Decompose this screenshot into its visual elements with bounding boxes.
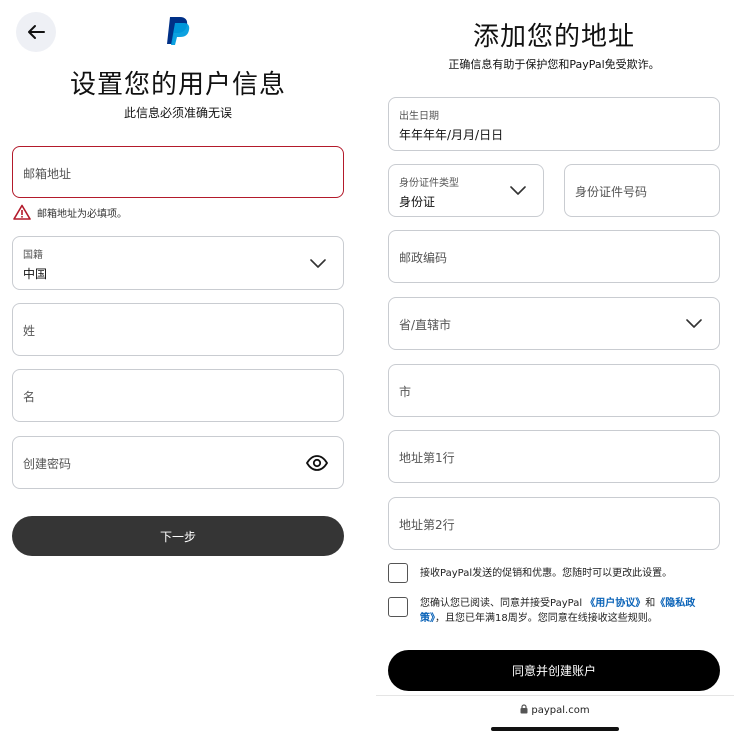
arrow-left-icon (28, 25, 45, 39)
first-name-placeholder: 名 (23, 390, 36, 404)
address-line1-placeholder: 地址第1行 (399, 451, 455, 465)
create-account-button[interactable]: 同意并创建账户 (388, 650, 720, 691)
last-name-field[interactable]: 姓 (12, 303, 344, 356)
agreement-prefix: 您确认您已阅读、同意并接受PayPal (420, 598, 586, 609)
page-title: 设置您的用户信息 (69, 70, 286, 100)
nationality-label: 国籍 (23, 250, 43, 261)
province-placeholder: 省/直辖市 (399, 318, 452, 332)
browser-url[interactable]: paypal.com (376, 704, 734, 716)
url-text: paypal.com (531, 705, 590, 716)
email-placeholder: 邮箱地址 (23, 167, 72, 181)
postal-code-field[interactable]: 邮政编码 (388, 230, 720, 283)
email-error-text: 邮箱地址为必填项。 (37, 208, 127, 220)
id-type-select[interactable]: 身份证件类型 身份证 (388, 164, 544, 217)
birth-date-field[interactable]: 出生日期 年年年年/月月/日日 (388, 97, 720, 151)
chevron-down-icon (686, 319, 702, 328)
address-title: 添加您的地址 (472, 22, 635, 52)
agreement-and: 和 (645, 598, 656, 609)
city-placeholder: 市 (399, 385, 412, 399)
browser-divider (376, 695, 734, 696)
city-field[interactable]: 市 (388, 364, 720, 417)
address-subtitle: 正确信息有助于保护您和PayPal免受欺诈。 (448, 58, 660, 71)
province-select[interactable]: 省/直辖市 (388, 297, 720, 350)
next-button[interactable]: 下一步 (12, 516, 344, 556)
paypal-logo-icon (167, 17, 190, 45)
postal-code-placeholder: 邮政编码 (399, 251, 448, 265)
nationality-value: 中国 (23, 267, 48, 281)
password-placeholder: 创建密码 (23, 457, 72, 471)
eye-icon[interactable] (306, 455, 328, 471)
birth-date-label: 出生日期 (399, 111, 439, 122)
chevron-down-icon (510, 186, 526, 195)
nationality-select[interactable]: 国籍 中国 (12, 236, 344, 290)
birth-date-value: 年年年年/月月/日日 (399, 128, 504, 142)
agreement-suffix: ，且您已年满18周岁。您同意在线接收这些规则。 (435, 613, 658, 624)
home-indicator (491, 727, 619, 731)
marketing-checkbox[interactable] (388, 563, 408, 583)
id-type-value: 身份证 (399, 195, 436, 209)
user-agreement-link[interactable]: 《用户协议》 (585, 598, 645, 609)
lock-icon (520, 704, 528, 714)
first-name-field[interactable]: 名 (12, 369, 344, 422)
back-button[interactable] (16, 12, 56, 52)
agreement-checkbox[interactable] (388, 597, 408, 617)
email-error: 邮箱地址为必填项。 (13, 204, 127, 220)
address-line2-field[interactable]: 地址第2行 (388, 497, 720, 550)
address-line1-field[interactable]: 地址第1行 (388, 430, 720, 483)
id-number-field[interactable]: 身份证件号码 (564, 164, 720, 217)
id-number-placeholder: 身份证件号码 (575, 185, 648, 199)
chevron-down-icon (310, 259, 326, 268)
password-field[interactable]: 创建密码 (12, 436, 344, 489)
marketing-consent-text: 接收PayPal发送的促销和优惠。您随时可以更改此设置。 (420, 568, 673, 579)
page-subtitle: 此信息必须准确无误 (123, 106, 232, 120)
address-line2-placeholder: 地址第2行 (399, 518, 455, 532)
warning-icon (13, 204, 31, 220)
agreement-text: 您确认您已阅读、同意并接受PayPal 《用户协议》和《隐私政策》，且您已年满1… (420, 596, 710, 626)
last-name-placeholder: 姓 (23, 324, 36, 338)
email-field[interactable]: 邮箱地址 (12, 146, 344, 198)
id-type-label: 身份证件类型 (399, 178, 459, 189)
